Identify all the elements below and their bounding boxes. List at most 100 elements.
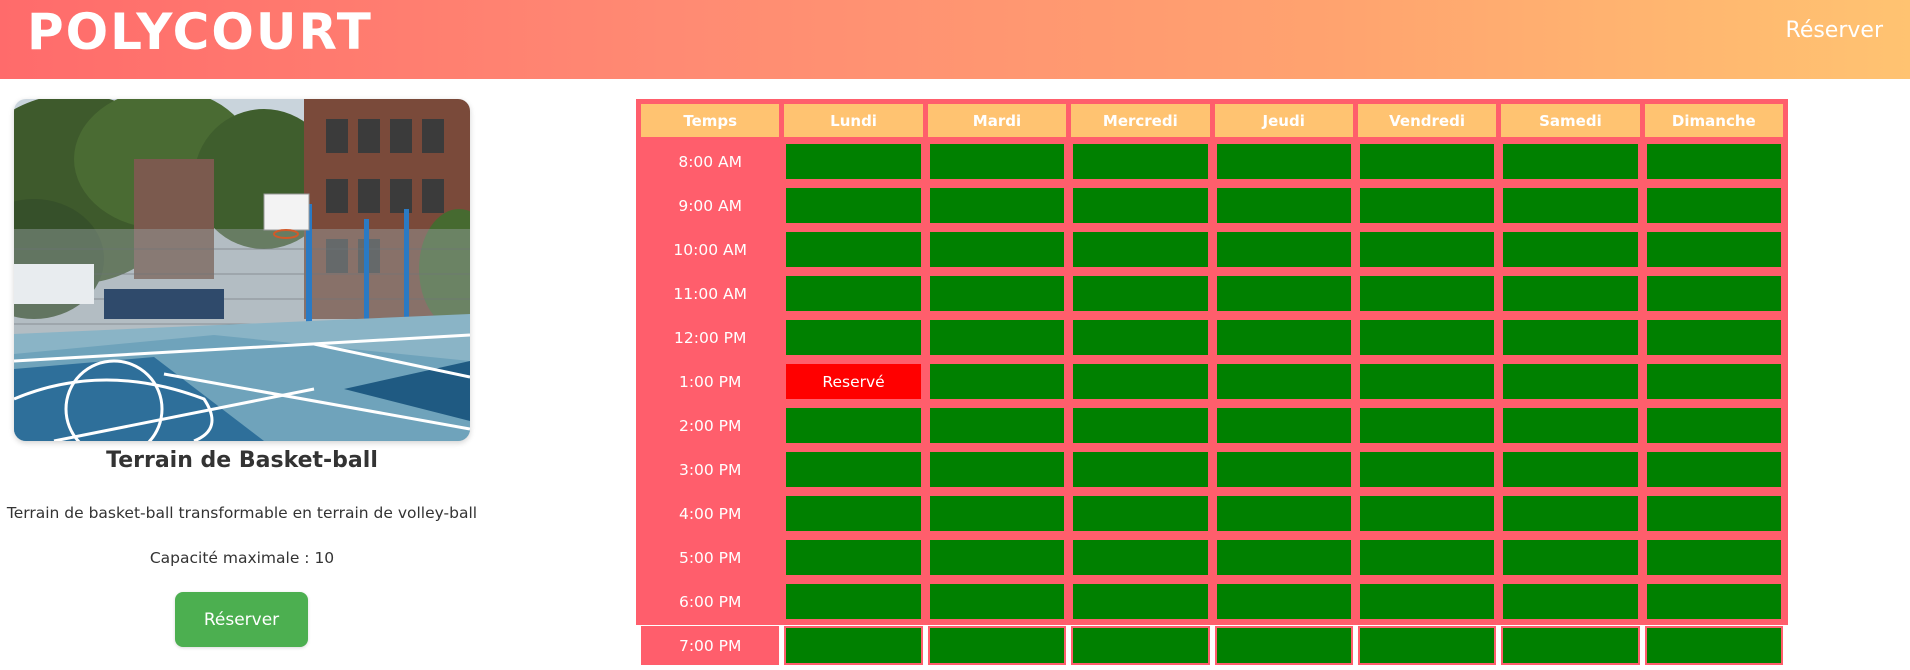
available-slot[interactable]: [1071, 582, 1210, 621]
available-slot[interactable]: [1501, 230, 1640, 269]
available-slot[interactable]: [1357, 274, 1497, 313]
available-slot[interactable]: [1644, 318, 1783, 357]
available-slot[interactable]: [1357, 450, 1497, 489]
available-slot[interactable]: [1071, 450, 1210, 489]
available-slot[interactable]: [784, 450, 923, 489]
available-slot[interactable]: [784, 318, 923, 357]
available-slot[interactable]: [1214, 538, 1353, 577]
available-slot[interactable]: [1357, 538, 1497, 577]
available-slot[interactable]: [1214, 274, 1353, 313]
available-slot[interactable]: [1214, 362, 1353, 401]
basketball-court-photo: [14, 99, 470, 441]
time-slot-label: 8:00 AM: [641, 142, 780, 181]
nav-reserve-link[interactable]: Réserver: [1786, 16, 1883, 46]
available-slot[interactable]: [927, 362, 1067, 401]
available-slot[interactable]: [927, 626, 1067, 665]
available-slot[interactable]: [1214, 494, 1353, 533]
available-slot[interactable]: [784, 538, 923, 577]
court-description: Terrain de basket-ball transformable en …: [6, 504, 478, 522]
available-slot[interactable]: [1357, 142, 1497, 181]
available-slot[interactable]: [1501, 186, 1640, 225]
available-slot[interactable]: [1071, 186, 1210, 225]
schedule-row: 12:00 PM: [641, 318, 1783, 357]
available-slot[interactable]: [1501, 406, 1640, 445]
available-slot[interactable]: [1071, 142, 1210, 181]
available-slot[interactable]: [1357, 406, 1497, 445]
available-slot[interactable]: [784, 274, 923, 313]
column-header-tuesday: Mardi: [927, 104, 1067, 137]
available-slot[interactable]: [1501, 626, 1640, 665]
available-slot[interactable]: [784, 406, 923, 445]
available-slot[interactable]: [1644, 406, 1783, 445]
available-slot[interactable]: [1644, 626, 1783, 665]
available-slot[interactable]: [1501, 318, 1640, 357]
available-slot[interactable]: [927, 582, 1067, 621]
available-slot[interactable]: [1214, 318, 1353, 357]
available-slot[interactable]: [1214, 626, 1353, 665]
column-header-thursday: Jeudi: [1214, 104, 1353, 137]
available-slot[interactable]: [1357, 582, 1497, 621]
available-slot[interactable]: [1071, 538, 1210, 577]
column-header-monday: Lundi: [784, 104, 923, 137]
available-slot[interactable]: [784, 230, 923, 269]
available-slot[interactable]: [927, 142, 1067, 181]
reserved-slot[interactable]: Reservé: [784, 362, 923, 401]
available-slot[interactable]: [1644, 186, 1783, 225]
available-slot[interactable]: [1071, 318, 1210, 357]
available-slot[interactable]: [1501, 362, 1640, 401]
available-slot[interactable]: [1644, 538, 1783, 577]
available-slot[interactable]: [1214, 142, 1353, 181]
time-slot-label: 11:00 AM: [641, 274, 780, 313]
available-slot[interactable]: [1071, 406, 1210, 445]
available-slot[interactable]: [1214, 186, 1353, 225]
available-slot[interactable]: [1357, 318, 1497, 357]
available-slot[interactable]: [1071, 274, 1210, 313]
column-header-friday: Vendredi: [1357, 104, 1497, 137]
available-slot[interactable]: [927, 406, 1067, 445]
available-slot[interactable]: [1644, 230, 1783, 269]
available-slot[interactable]: [1501, 538, 1640, 577]
available-slot[interactable]: [1644, 142, 1783, 181]
available-slot[interactable]: [1644, 582, 1783, 621]
available-slot[interactable]: [1501, 582, 1640, 621]
available-slot[interactable]: [927, 318, 1067, 357]
available-slot[interactable]: [927, 230, 1067, 269]
available-slot[interactable]: [784, 142, 923, 181]
available-slot[interactable]: [1071, 626, 1210, 665]
available-slot[interactable]: [1501, 450, 1640, 489]
available-slot[interactable]: [1214, 406, 1353, 445]
available-slot[interactable]: [1357, 626, 1497, 665]
available-slot[interactable]: [1644, 362, 1783, 401]
available-slot[interactable]: [784, 582, 923, 621]
brand-logo-text[interactable]: POLYCOURT: [27, 2, 373, 62]
available-slot[interactable]: [1644, 494, 1783, 533]
schedule-row: 2:00 PM: [641, 406, 1783, 445]
available-slot[interactable]: [1357, 494, 1497, 533]
available-slot[interactable]: [1214, 230, 1353, 269]
schedule-row: 10:00 AM: [641, 230, 1783, 269]
available-slot[interactable]: [1644, 274, 1783, 313]
available-slot[interactable]: [1501, 142, 1640, 181]
available-slot[interactable]: [927, 274, 1067, 313]
reserve-button[interactable]: Réserver: [175, 592, 308, 647]
available-slot[interactable]: [1071, 494, 1210, 533]
available-slot[interactable]: [927, 450, 1067, 489]
available-slot[interactable]: [784, 626, 923, 665]
available-slot[interactable]: [927, 538, 1067, 577]
available-slot[interactable]: [1214, 450, 1353, 489]
available-slot[interactable]: [1501, 274, 1640, 313]
available-slot[interactable]: [1357, 186, 1497, 225]
available-slot[interactable]: [927, 186, 1067, 225]
available-slot[interactable]: [784, 186, 923, 225]
available-slot[interactable]: [784, 494, 923, 533]
available-slot[interactable]: [1214, 582, 1353, 621]
schedule-row: 9:00 AM: [641, 186, 1783, 225]
available-slot[interactable]: [1644, 450, 1783, 489]
available-slot[interactable]: [1501, 494, 1640, 533]
available-slot[interactable]: [927, 494, 1067, 533]
time-slot-label: 2:00 PM: [641, 406, 780, 445]
available-slot[interactable]: [1357, 230, 1497, 269]
available-slot[interactable]: [1071, 230, 1210, 269]
available-slot[interactable]: [1357, 362, 1497, 401]
available-slot[interactable]: [1071, 362, 1210, 401]
